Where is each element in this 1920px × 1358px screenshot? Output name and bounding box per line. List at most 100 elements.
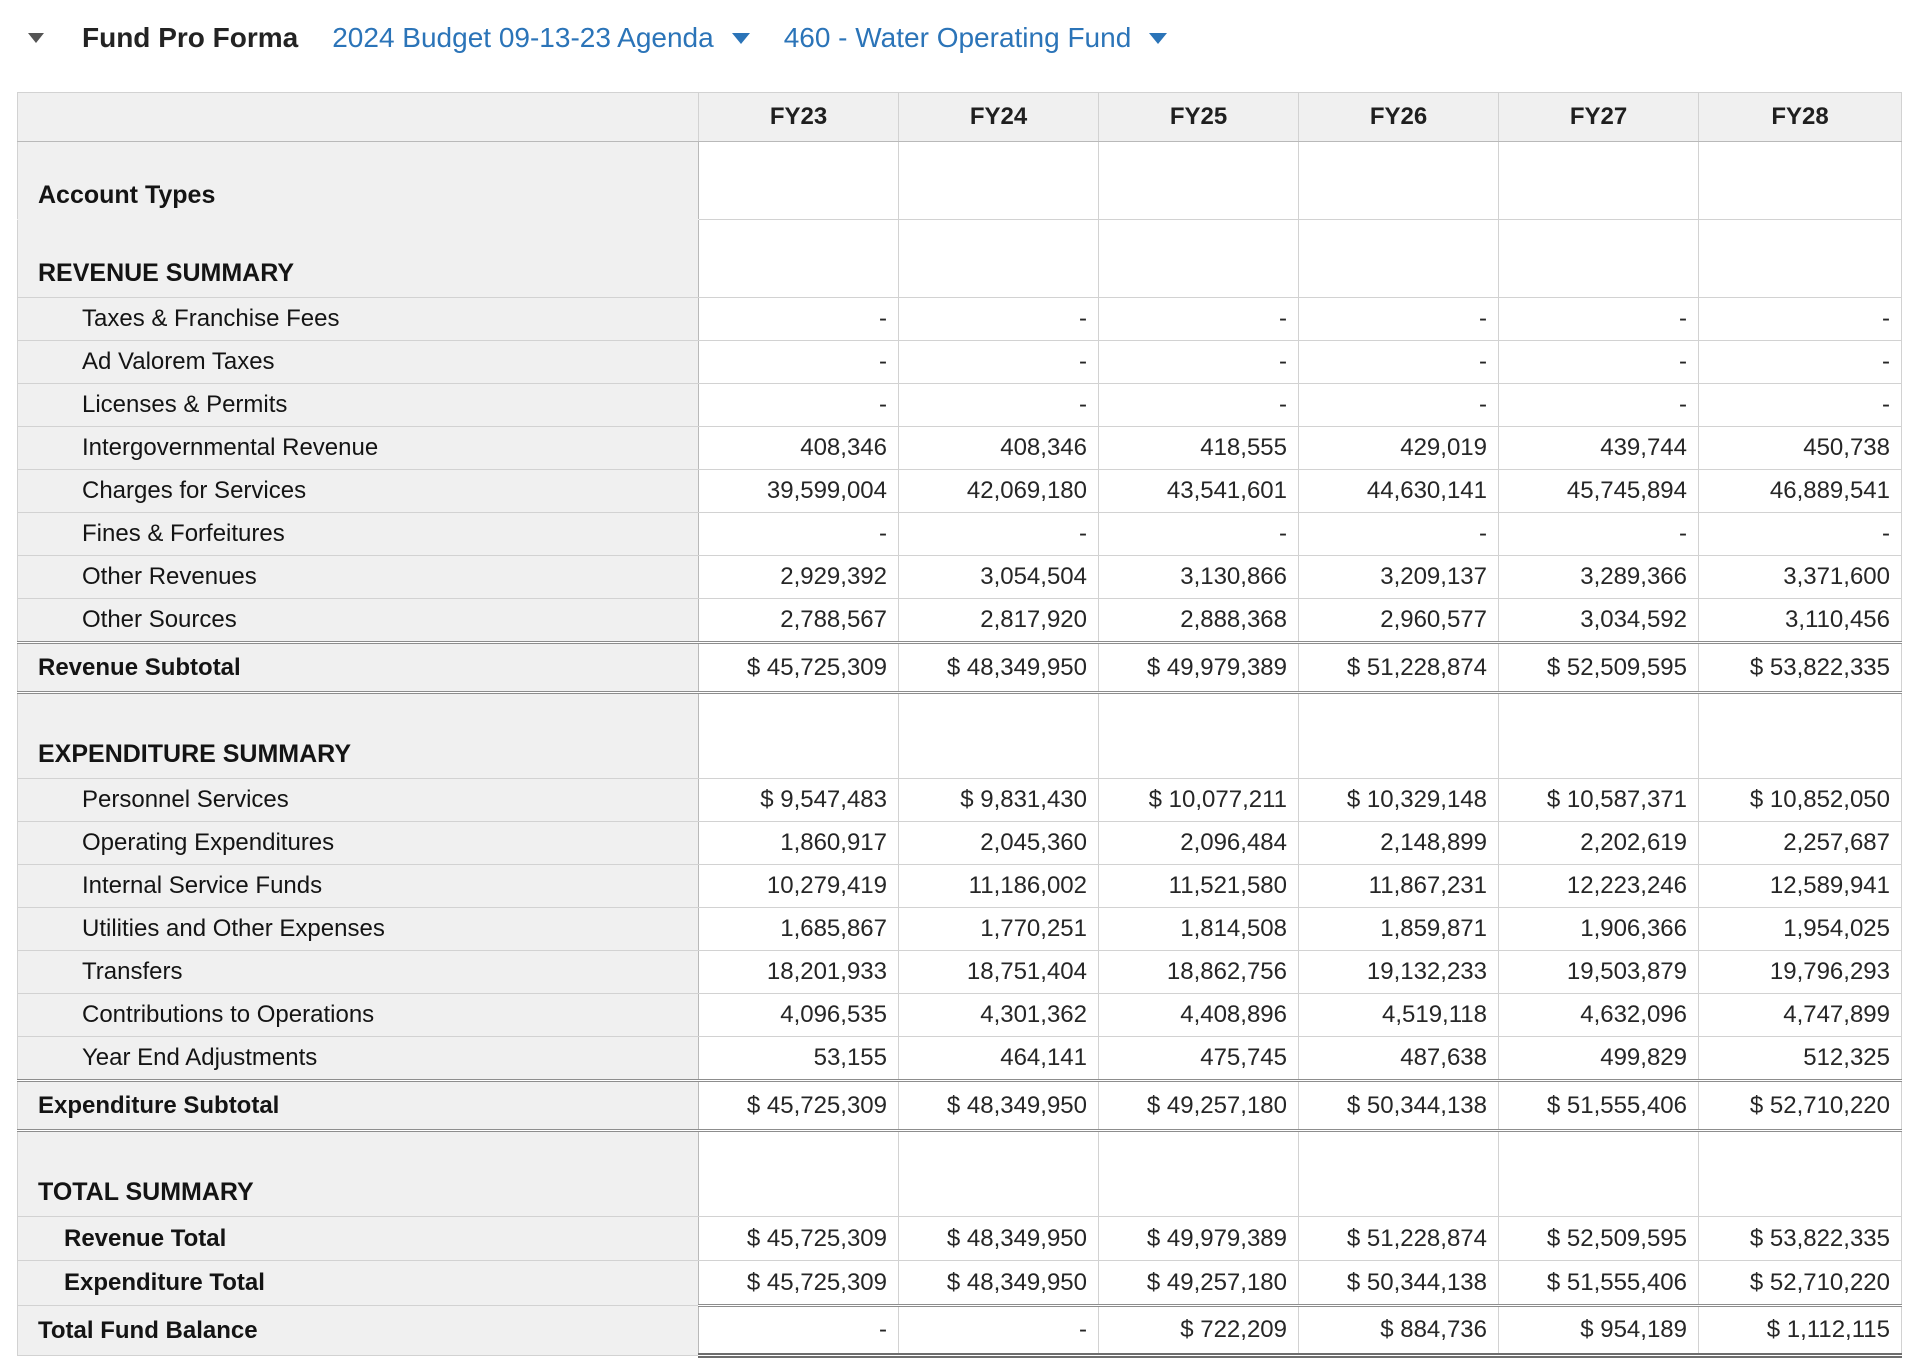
data-cell: 1,770,251 [898, 907, 1099, 951]
data-cell: - [1498, 340, 1699, 384]
data-cell [1298, 692, 1499, 779]
row-label-cell: Revenue Total [17, 1216, 699, 1261]
data-cell [1698, 141, 1902, 220]
table-row: Total Fund Balance - - $ 722,209 $ 884,736 $ … [17, 1305, 1902, 1358]
data-cell: 3,110,456 [1698, 598, 1902, 643]
data-cell [698, 141, 899, 220]
data-cell: - [1698, 383, 1902, 427]
table-body: Account Types REVENUE SUMMARY Taxes & Fran… [17, 141, 1902, 1358]
data-cell: $ 53,822,335 [1698, 641, 1902, 694]
data-cell [898, 141, 1099, 220]
data-cell: $ 51,228,874 [1298, 641, 1499, 694]
data-cell [1098, 692, 1299, 779]
row-label-cell: Charges for Services [17, 469, 699, 513]
row-label-cell: Account Types [17, 141, 699, 220]
data-cell: $ 10,587,371 [1498, 778, 1699, 822]
data-cell: $ 50,344,138 [1298, 1079, 1499, 1132]
data-cell: $ 51,555,406 [1498, 1079, 1699, 1132]
data-cell: 4,096,535 [698, 993, 899, 1037]
data-cell: 2,929,392 [698, 555, 899, 599]
row-label-cell: Expenditure Total [17, 1260, 699, 1306]
data-cell: $ 884,736 [1298, 1305, 1499, 1358]
data-cell: 3,130,866 [1098, 555, 1299, 599]
row-label-cell: Fines & Forfeitures [17, 512, 699, 556]
table-row: Internal Service Funds 10,279,419 11,186,0… [17, 864, 1902, 908]
data-cell: - [698, 340, 899, 384]
data-cell: 2,788,567 [698, 598, 899, 643]
data-cell: - [1298, 512, 1499, 556]
row-label-cell: Total Fund Balance [17, 1305, 699, 1356]
data-cell: 429,019 [1298, 426, 1499, 470]
data-cell [1098, 1130, 1299, 1217]
budget-selector[interactable]: 2024 Budget 09-13-23 Agenda [332, 22, 750, 54]
data-cell: 12,589,941 [1698, 864, 1902, 908]
data-cell: $ 53,822,335 [1698, 1216, 1902, 1261]
table-row: Expenditure Total $ 45,725,309 $ 48,349,95… [17, 1260, 1902, 1307]
data-cell: 512,325 [1698, 1036, 1902, 1081]
data-cell: 418,555 [1098, 426, 1299, 470]
data-cell: 39,599,004 [698, 469, 899, 513]
data-cell: 43,541,601 [1098, 469, 1299, 513]
table-row: Ad Valorem Taxes - - - - - - [17, 340, 1902, 384]
data-cell: $ 49,257,180 [1098, 1079, 1299, 1132]
data-cell: 2,045,360 [898, 821, 1099, 865]
data-cell [1498, 141, 1699, 220]
data-cell: $ 49,979,389 [1098, 1216, 1299, 1261]
row-label-cell: Other Sources [17, 598, 699, 643]
data-cell: 2,148,899 [1298, 821, 1499, 865]
data-cell: 19,796,293 [1698, 950, 1902, 994]
column-header-fy28: FY28 [1698, 92, 1902, 142]
table-row: Utilities and Other Expenses 1,685,867 1,7… [17, 907, 1902, 951]
data-cell: 3,371,600 [1698, 555, 1902, 599]
data-cell [1298, 141, 1499, 220]
data-cell: 4,519,118 [1298, 993, 1499, 1037]
data-cell: 53,155 [698, 1036, 899, 1081]
page-title: Fund Pro Forma [82, 22, 299, 53]
data-cell: - [898, 297, 1099, 341]
table-row: REVENUE SUMMARY [17, 219, 1902, 298]
header-row: FY23 FY24 FY25 FY26 FY27 FY28 [17, 92, 1902, 142]
data-cell: 1,685,867 [698, 907, 899, 951]
data-cell: 450,738 [1698, 426, 1902, 470]
data-cell: $ 9,547,483 [698, 778, 899, 822]
data-cell: - [1698, 297, 1902, 341]
data-cell: - [698, 1305, 899, 1358]
data-cell: $ 10,852,050 [1698, 778, 1902, 822]
data-cell: $ 49,257,180 [1098, 1260, 1299, 1307]
data-cell: - [1098, 512, 1299, 556]
table-row: TOTAL SUMMARY [17, 1130, 1902, 1217]
data-cell: - [1098, 383, 1299, 427]
row-label-cell: Ad Valorem Taxes [17, 340, 699, 384]
data-cell: 42,069,180 [898, 469, 1099, 513]
data-cell: 10,279,419 [698, 864, 899, 908]
row-label-cell: EXPENDITURE SUMMARY [17, 692, 699, 779]
data-cell [1098, 219, 1299, 298]
data-cell: - [1498, 512, 1699, 556]
table-row: Taxes & Franchise Fees - - - - - - [17, 297, 1902, 341]
data-cell: $ 10,329,148 [1298, 778, 1499, 822]
data-cell: - [898, 1305, 1099, 1358]
toolbar: Fund Pro Forma 2024 Budget 09-13-23 Agen… [28, 22, 1168, 54]
row-label-cell: Year End Adjustments [17, 1036, 699, 1081]
row-label-cell: Expenditure Subtotal [17, 1079, 699, 1132]
dropdown-arrow-icon [731, 32, 750, 44]
collapse-caret-icon[interactable] [28, 33, 44, 43]
table-header: FY23 FY24 FY25 FY26 FY27 FY28 [17, 92, 1902, 142]
row-label-cell: Taxes & Franchise Fees [17, 297, 699, 341]
data-cell [698, 1130, 899, 1217]
data-cell [1498, 692, 1699, 779]
data-cell: 3,289,366 [1498, 555, 1699, 599]
data-cell: $ 10,077,211 [1098, 778, 1299, 822]
budget-selector-label: 2024 Budget 09-13-23 Agenda [332, 22, 714, 53]
data-cell [1698, 219, 1902, 298]
data-cell: $ 45,725,309 [698, 641, 899, 694]
table-row: Intergovernmental Revenue 408,346 408,346 4… [17, 426, 1902, 470]
fund-selector[interactable]: 460 - Water Operating Fund [784, 22, 1168, 54]
data-cell: $ 48,349,950 [898, 1260, 1099, 1307]
data-cell [698, 692, 899, 779]
data-cell: $ 1,112,115 [1698, 1305, 1902, 1358]
row-label-cell: Licenses & Permits [17, 383, 699, 427]
row-label-cell: Transfers [17, 950, 699, 994]
dropdown-arrow-icon [1149, 32, 1168, 44]
data-cell: 46,889,541 [1698, 469, 1902, 513]
